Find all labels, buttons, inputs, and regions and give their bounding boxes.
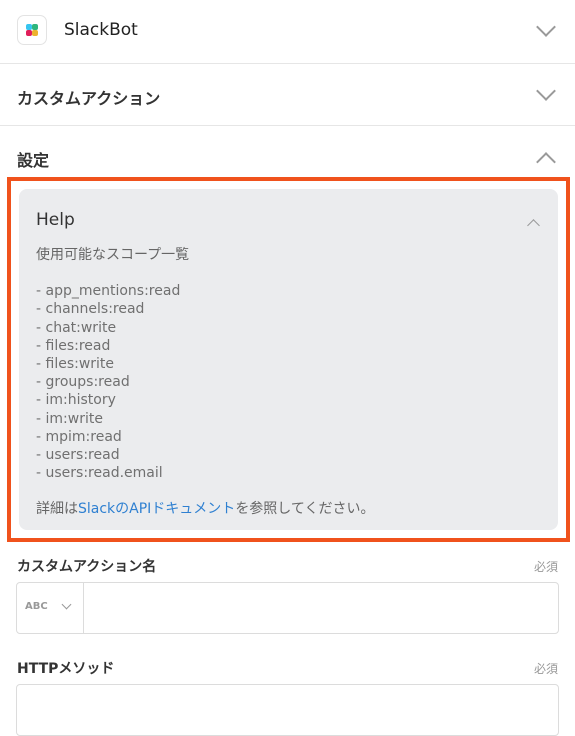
required-badge: 必須 xyxy=(533,662,558,676)
action-name-label: カスタムアクション名 xyxy=(17,559,157,575)
scope-item: - groups:read xyxy=(36,374,130,391)
chevron-up-icon[interactable] xyxy=(536,152,556,172)
app-header[interactable]: SlackBot xyxy=(0,0,575,64)
scope-item: - mpim:read xyxy=(36,428,122,445)
chevron-down-icon[interactable] xyxy=(536,81,556,101)
scope-item: - channels:read xyxy=(36,301,145,318)
scope-item: - im:history xyxy=(36,392,116,409)
section-custom-actions[interactable]: カスタムアクション xyxy=(0,64,575,126)
app-name: SlackBot xyxy=(64,20,138,40)
help-intro: 使用可能なスコープ一覧 xyxy=(36,247,190,263)
help-content: 使用可能なスコープ一覧 - app_mentions:read - channe… xyxy=(36,246,536,519)
help-panel: Help 使用可能なスコープ一覧 - app_mentions:read - c… xyxy=(19,189,558,530)
scope-item: - files:write xyxy=(36,356,115,373)
scope-item: - chat:write xyxy=(36,319,117,336)
slack-api-docs-link[interactable]: SlackのAPIドキュメント xyxy=(78,501,235,517)
slack-logo-icon xyxy=(17,15,47,45)
scope-item: - users:read.email xyxy=(36,465,163,482)
scope-item: - files:read xyxy=(36,337,111,354)
section-settings[interactable]: 設定 xyxy=(0,126,575,176)
type-selector-label: ABC xyxy=(25,601,48,612)
scope-item: - users:read xyxy=(36,447,120,464)
section-title-custom-actions: カスタムアクション xyxy=(17,89,161,108)
help-footer-suffix: を参照してください。 xyxy=(235,501,375,518)
type-selector[interactable]: ABC xyxy=(17,583,84,633)
scope-item: - app_mentions:read xyxy=(36,283,181,300)
http-method-label: HTTPメソッド xyxy=(17,661,115,677)
help-title: Help xyxy=(36,210,75,230)
help-footer: 詳細はSlackのAPIドキュメントを参照してください。 xyxy=(36,500,536,518)
required-badge: 必須 xyxy=(533,560,558,574)
section-title-settings: 設定 xyxy=(17,151,50,170)
http-method-select[interactable] xyxy=(16,684,559,736)
chevron-up-icon[interactable] xyxy=(527,219,540,232)
action-name-input[interactable]: ABC xyxy=(16,582,559,634)
scope-item: - im:write xyxy=(36,410,103,427)
chevron-down-icon xyxy=(61,599,72,610)
help-highlight: Help 使用可能なスコープ一覧 - app_mentions:read - c… xyxy=(7,177,570,542)
chevron-down-icon[interactable] xyxy=(536,17,556,37)
help-footer-prefix: 詳細は xyxy=(36,501,78,518)
